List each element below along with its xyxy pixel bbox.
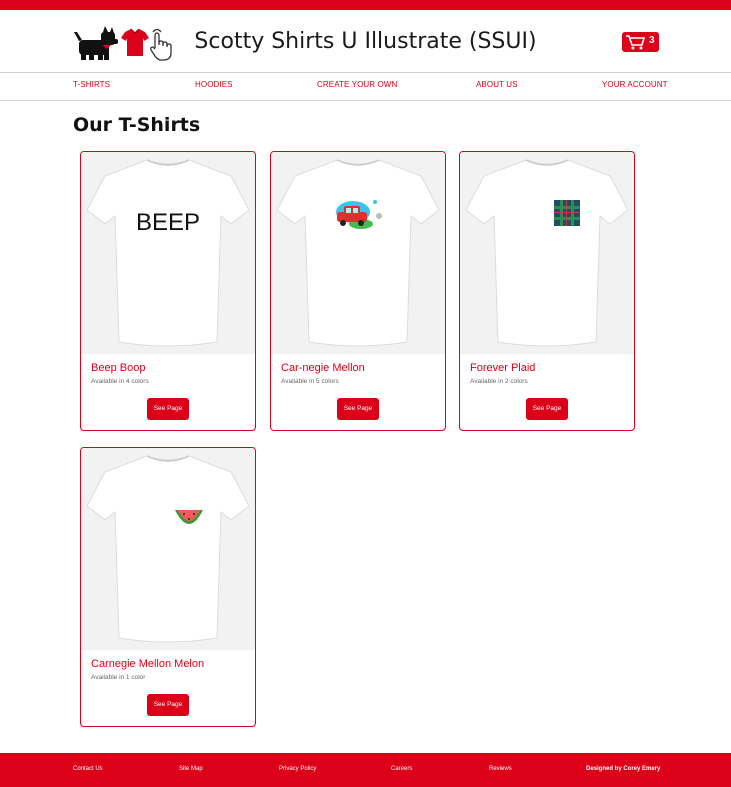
nav-item-about-us[interactable]: ABOUT US (476, 80, 518, 89)
see-page-button[interactable]: See Page (337, 398, 379, 420)
main-nav: T-SHIRTS HOODIES CREATE YOUR OWN ABOUT U… (0, 72, 731, 101)
see-page-button[interactable]: See Page (147, 694, 189, 716)
plaid-pocket-graphic (554, 200, 580, 226)
product-name[interactable]: Car-negie Mellon (281, 362, 365, 374)
nav-item-t-shirts[interactable]: T-SHIRTS (73, 80, 110, 89)
shopping-cart-icon (626, 35, 646, 50)
nav-item-create-your-own[interactable]: CREATE YOUR OWN (317, 80, 397, 89)
footer-link-privacy-policy[interactable]: Privacy Policy (279, 766, 316, 772)
nav-item-your-account[interactable]: YOUR ACCOUNT (602, 80, 668, 89)
product-colors: Available in 2 colors (470, 378, 528, 385)
product-colors: Available in 1 color (91, 674, 146, 681)
page-title: Our T-Shirts (73, 114, 201, 136)
see-page-button[interactable]: See Page (526, 398, 568, 420)
product-name[interactable]: Forever Plaid (470, 362, 535, 374)
cart-button[interactable]: 3 (622, 32, 659, 52)
product-colors: Available in 4 colors (91, 378, 149, 385)
footer-link-contact-us[interactable]: Contact Us (73, 766, 103, 772)
product-name[interactable]: Carnegie Mellon Melon (91, 658, 204, 670)
product-card[interactable]: Forever Plaid Available in 2 colors See … (459, 151, 635, 431)
cart-count-badge: 3 (649, 35, 655, 46)
product-card[interactable]: BEEP Beep Boop Available in 4 colors See… (80, 151, 256, 431)
see-page-button[interactable]: See Page (147, 398, 189, 420)
product-image[interactable]: BEEP (81, 152, 255, 354)
product-colors: Available in 5 colors (281, 378, 339, 385)
product-image[interactable] (81, 448, 255, 650)
site-footer: Contact Us Site Map Privacy Policy Caree… (0, 753, 731, 787)
site-header: Scotty Shirts U Illustrate (SSUI) 3 (0, 10, 731, 72)
product-image[interactable] (271, 152, 445, 354)
footer-link-careers[interactable]: Careers (391, 766, 412, 772)
product-name[interactable]: Beep Boop (91, 362, 145, 374)
product-card[interactable]: Carnegie Mellon Melon Available in 1 col… (80, 447, 256, 727)
footer-credit: Designed by Corey Emery (586, 766, 661, 772)
nav-item-hoodies[interactable]: HOODIES (195, 80, 233, 89)
product-image[interactable] (460, 152, 634, 354)
footer-link-reviews[interactable]: Reviews (489, 766, 512, 772)
product-card[interactable]: Car-negie Mellon Available in 5 colors S… (270, 151, 446, 431)
top-accent-bar (0, 0, 731, 10)
shirt-print-text: BEEP (136, 209, 200, 236)
footer-link-site-map[interactable]: Site Map (179, 766, 203, 772)
